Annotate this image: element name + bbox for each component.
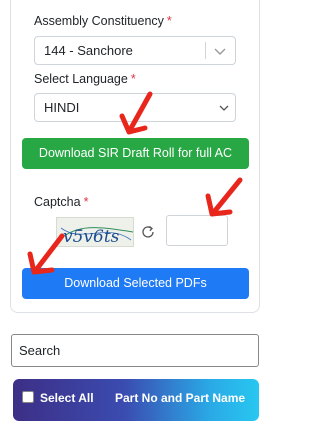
required-mark: * (83, 195, 89, 209)
select-all-label[interactable]: Select All (40, 391, 94, 405)
part-no-name-header: Part No and Part Name (115, 391, 246, 405)
captcha-text: v5v6ts (63, 227, 120, 247)
captcha-graphic: v5v6ts (58, 227, 134, 247)
captcha-input[interactable] (166, 215, 228, 246)
chevron-down-icon (219, 105, 229, 111)
assembly-selected-value: 144 - Sanchore (44, 43, 133, 58)
chevron-down-icon[interactable] (214, 46, 226, 56)
select-all-checkbox[interactable] (22, 391, 34, 403)
select-divider (205, 42, 206, 59)
language-select[interactable]: HINDI (34, 93, 236, 122)
language-selected-value: HINDI (44, 100, 80, 115)
assembly-label: Assembly Constituency * (34, 14, 172, 28)
required-mark: * (166, 14, 172, 28)
required-mark: * (130, 72, 136, 86)
captcha-label: Captcha * (34, 195, 89, 209)
download-selected-pdfs-button[interactable]: Download Selected PDFs (22, 268, 249, 299)
table-header: Select All Part No and Part Name (13, 379, 259, 421)
captcha-image: v5v6ts (56, 217, 134, 247)
search-input[interactable]: Search (11, 334, 259, 367)
refresh-icon[interactable] (140, 224, 156, 240)
language-label: Select Language * (34, 72, 136, 86)
download-full-ac-button[interactable]: Download SIR Draft Roll for full AC (22, 138, 249, 169)
assembly-constituency-select[interactable]: 144 - Sanchore (34, 36, 236, 65)
